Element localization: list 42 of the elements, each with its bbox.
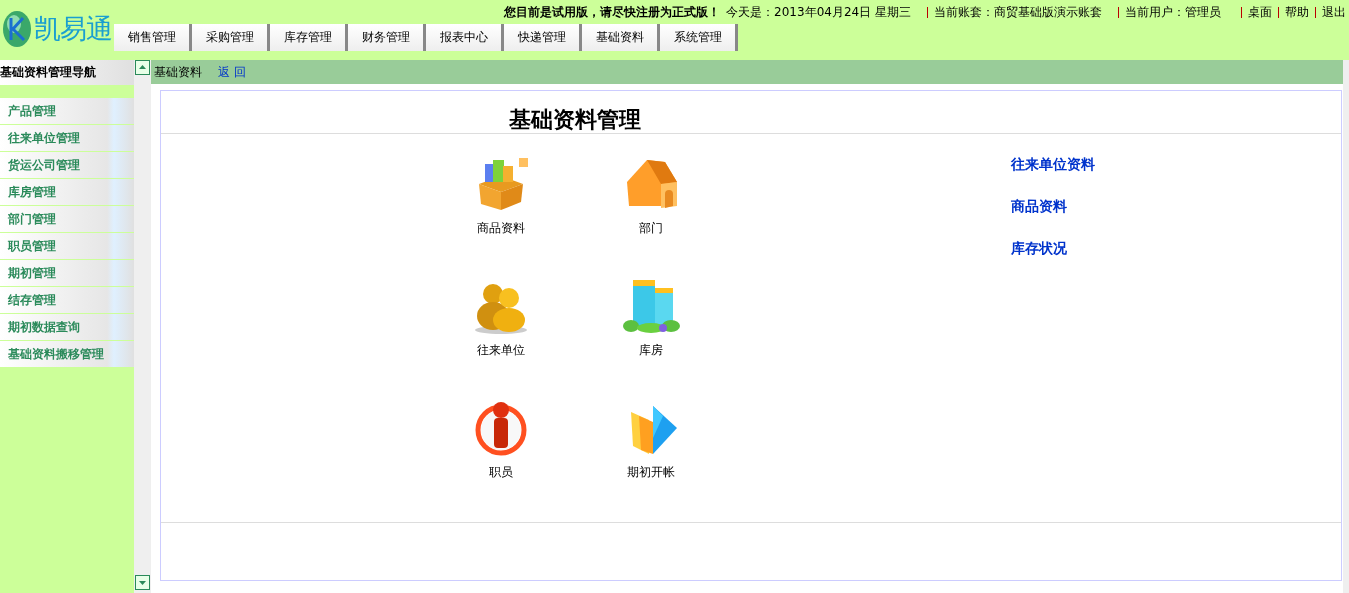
menu-tab[interactable]: 库存管理 bbox=[270, 24, 348, 51]
sidebar-item[interactable]: 期初管理 bbox=[0, 260, 134, 287]
account-text: 当前账套：商贸基础版演示账套 bbox=[934, 4, 1102, 21]
module-label[interactable]: 职员 bbox=[489, 464, 513, 481]
module-label[interactable]: 商品资料 bbox=[477, 220, 525, 237]
quick-link[interactable]: 库存状况 bbox=[1011, 240, 1095, 258]
breadcrumb-text: 基础资料 bbox=[154, 63, 202, 81]
sidebar-item[interactable]: 部门管理 bbox=[0, 206, 134, 233]
sidebar-item[interactable]: 结存管理 bbox=[0, 287, 134, 314]
sidebar-item[interactable]: 职员管理 bbox=[0, 233, 134, 260]
user-text: 当前用户：管理员 bbox=[1125, 4, 1221, 21]
menu-tab[interactable]: 销售管理 bbox=[114, 24, 192, 51]
menu-tab[interactable]: 报表中心 bbox=[426, 24, 504, 51]
menu-tab[interactable]: 系统管理 bbox=[660, 24, 738, 51]
module-label[interactable]: 期初开帐 bbox=[627, 464, 675, 481]
sidebar-item[interactable]: 库房管理 bbox=[0, 179, 134, 206]
logo-text: 凯易通 bbox=[34, 12, 112, 46]
scroll-up-icon[interactable] bbox=[135, 60, 150, 75]
back-link[interactable]: 返 回 bbox=[218, 63, 246, 81]
quick-link[interactable]: 商品资料 bbox=[1011, 198, 1095, 216]
page-title: 基础资料管理 bbox=[509, 105, 641, 133]
date-text: 今天是：2013年04月24日 星期三 bbox=[726, 4, 911, 21]
sidebar-item[interactable]: 产品管理 bbox=[0, 98, 134, 125]
logo-icon bbox=[2, 10, 32, 48]
module-label[interactable]: 往来单位 bbox=[477, 342, 525, 359]
header-link[interactable]: 桌面 bbox=[1248, 4, 1272, 24]
header-link[interactable]: 帮助 bbox=[1285, 4, 1309, 24]
menu-tab[interactable]: 快递管理 bbox=[504, 24, 582, 51]
sidebar-item[interactable]: 期初数据查询 bbox=[0, 314, 134, 341]
menu-tab[interactable]: 财务管理 bbox=[348, 24, 426, 51]
scroll-down-icon[interactable] bbox=[135, 575, 150, 590]
trial-notice: 您目前是试用版，请尽快注册为正式版！ bbox=[504, 4, 721, 21]
menu-tab[interactable]: 基础资料 bbox=[582, 24, 660, 51]
menu-tab[interactable]: 采购管理 bbox=[192, 24, 270, 51]
sidebar-item[interactable]: 往来单位管理 bbox=[0, 125, 134, 152]
sidebar-item[interactable]: 基础资料搬移管理 bbox=[0, 341, 134, 368]
sidebar-title: 基础资料管理导航 bbox=[0, 60, 134, 85]
module-label[interactable]: 部门 bbox=[639, 220, 663, 237]
header-link[interactable]: 退出 bbox=[1322, 4, 1346, 24]
module-label[interactable]: 库房 bbox=[639, 342, 663, 359]
quick-link[interactable]: 往来单位资料 bbox=[1011, 156, 1095, 174]
sidebar-item[interactable]: 货运公司管理 bbox=[0, 152, 134, 179]
